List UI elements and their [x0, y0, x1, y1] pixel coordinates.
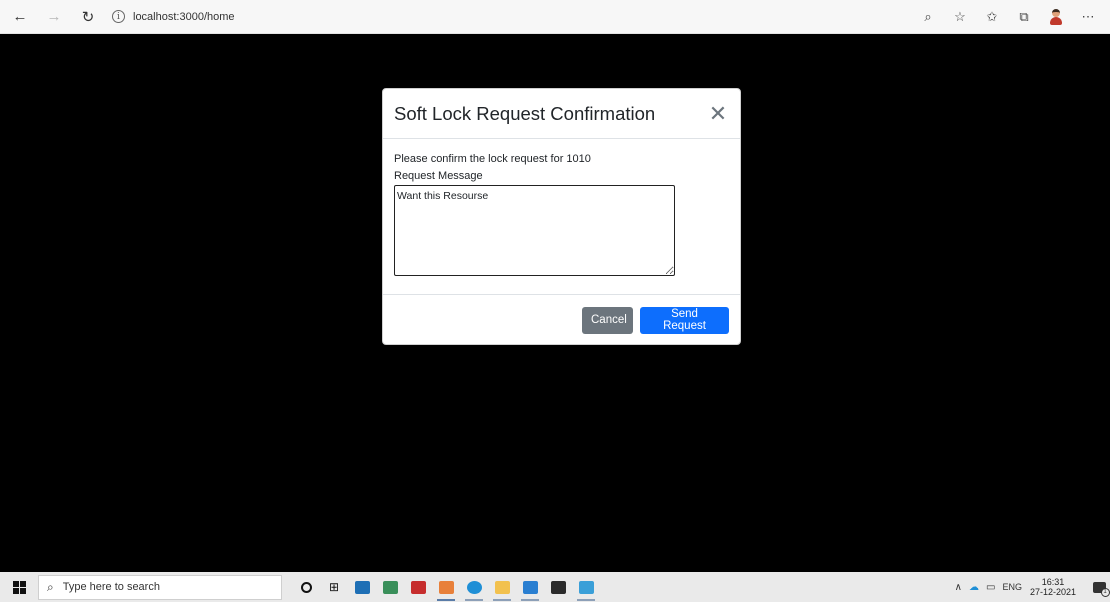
modal-footer: Cancel Send Request	[383, 295, 740, 345]
task-view-icon[interactable]: ⊞	[320, 572, 348, 602]
read-aloud-icon[interactable]: ⌕	[914, 3, 942, 31]
mail-icon[interactable]	[348, 572, 376, 602]
add-favorite-icon[interactable]: ☆	[946, 3, 974, 31]
refresh-icon[interactable]: ↻	[74, 3, 102, 31]
image-viewer-icon[interactable]	[572, 572, 600, 602]
teams-icon[interactable]	[432, 572, 460, 602]
windows-taskbar: ⌕ Type here to search ⊞ ∧ ☁ ▭ ENG 16:31 …	[0, 572, 1110, 602]
modal-body: Please confirm the lock request for 1010…	[383, 139, 740, 295]
cancel-button[interactable]: Cancel	[582, 306, 633, 334]
clock[interactable]: 16:31 27-12-2021	[1030, 577, 1076, 598]
send-request-button[interactable]: Send Request	[640, 306, 729, 334]
windows-logo-icon	[12, 580, 26, 594]
browser-toolbar: ← → ↻ i localhost:3000/home ⌕ ☆ ✩ ⧉ ⋯	[0, 0, 1110, 34]
taskbar-search[interactable]: ⌕ Type here to search	[38, 574, 282, 600]
request-message-input[interactable]	[394, 185, 675, 276]
taskbar-apps: ⊞	[292, 572, 600, 602]
profile-avatar-icon[interactable]	[1042, 3, 1070, 31]
vscode-icon[interactable]	[516, 572, 544, 602]
address-bar[interactable]: i localhost:3000/home	[112, 5, 235, 29]
people-icon[interactable]	[376, 572, 404, 602]
request-message-label: Request Message	[394, 170, 483, 182]
soft-lock-modal: Soft Lock Request Confirmation ✕ Please …	[382, 88, 741, 345]
info-icon[interactable]: i	[112, 10, 125, 23]
close-icon[interactable]: ✕	[708, 102, 728, 124]
cortana-icon[interactable]	[292, 572, 320, 602]
arrow-left-icon[interactable]: ←	[6, 3, 34, 31]
network-icon[interactable]: ▭	[986, 582, 995, 593]
collections-icon[interactable]: ⧉	[1010, 3, 1038, 31]
chevron-up-icon[interactable]: ∧	[955, 582, 962, 593]
onedrive-icon[interactable]: ☁	[969, 582, 979, 593]
confirm-text: Please confirm the lock request for 1010	[394, 153, 591, 165]
language-indicator[interactable]: ENG	[1002, 582, 1022, 592]
search-icon: ⌕	[47, 579, 54, 594]
start-button[interactable]	[0, 572, 38, 602]
notification-badge: 1	[1100, 587, 1110, 597]
arrow-right-icon[interactable]: →	[40, 3, 68, 31]
search-placeholder: Type here to search	[62, 581, 160, 593]
page-backdrop: Soft Lock Request Confirmation ✕ Please …	[0, 35, 1110, 567]
vs-icon[interactable]	[404, 572, 432, 602]
clock-date: 27-12-2021	[1029, 587, 1076, 597]
edge-icon[interactable]	[460, 572, 488, 602]
file-explorer-icon[interactable]	[488, 572, 516, 602]
browser-actions: ⌕ ☆ ✩ ⧉ ⋯	[910, 0, 1102, 34]
clock-time: 16:31	[1041, 576, 1065, 587]
modal-title: Soft Lock Request Confirmation	[394, 102, 656, 124]
system-tray: ∧ ☁ ▭ ENG 16:31 27-12-2021 1	[955, 572, 1110, 602]
favorites-icon[interactable]: ✩	[978, 3, 1006, 31]
more-icon[interactable]: ⋯	[1074, 3, 1102, 31]
terminal-icon[interactable]	[544, 572, 572, 602]
notification-icon[interactable]: 1	[1088, 572, 1110, 602]
url-text[interactable]: localhost:3000/home	[133, 11, 235, 23]
modal-header: Soft Lock Request Confirmation ✕	[383, 89, 740, 139]
